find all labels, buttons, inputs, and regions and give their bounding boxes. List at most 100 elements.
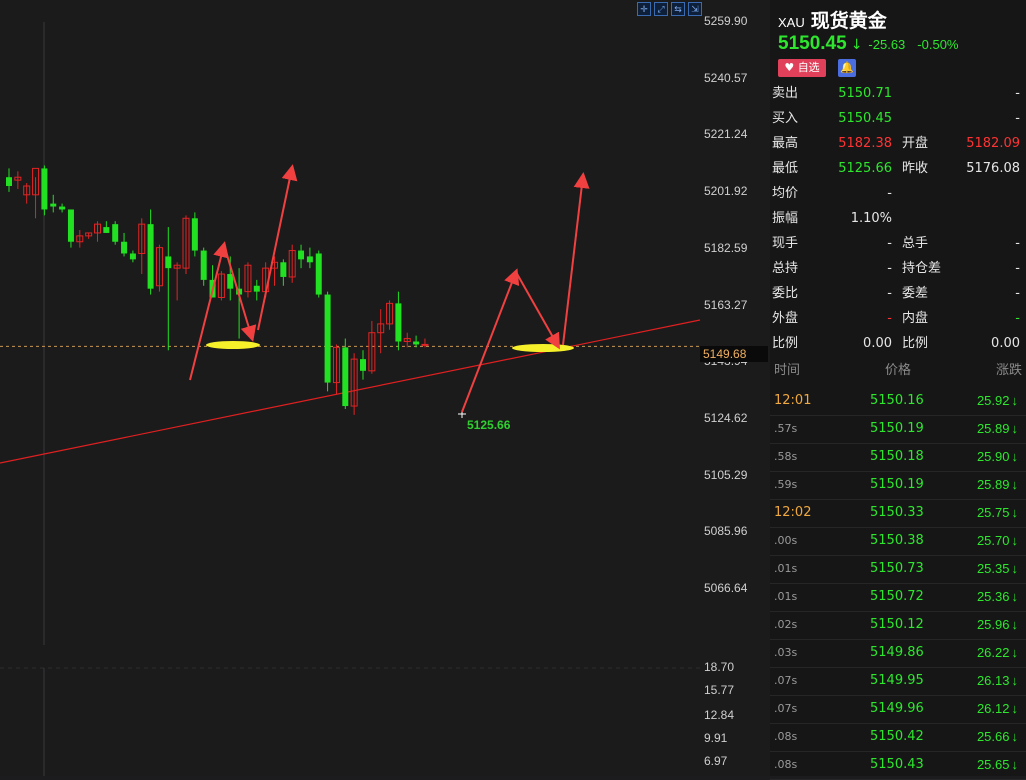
candle-body-down [253,285,260,292]
quote-label-2: 总手 [902,236,929,251]
chart-area[interactable]: ✛ ⤢ ⇆ ⇲ 5259.90 5240.57 5221.24 5201.92 5182… [0,0,770,776]
quote-label: 委比 [772,286,799,301]
add-favorite-button[interactable]: ♥ 自选 [778,59,826,77]
tick-row[interactable]: .01s 5150.73 25.35 ↓ [770,555,1026,584]
tick-time: .02s [774,618,798,631]
annotation-arrow [257,164,298,331]
quote-label: 买入 [772,111,799,126]
quote-value-2: - [1015,261,1020,276]
candle-body-down [50,203,57,207]
quote-row: 外盘 - 内盘 - [770,306,1026,331]
tick-table-header: 时间 价格 涨跌 [770,358,1026,384]
candle-body-down [121,241,128,254]
tick-change: 25.92 [976,393,1010,408]
tick-change-cell: 26.13 ↓ [977,667,1018,695]
alert-button[interactable]: 🔔 [838,59,856,77]
down-arrow-icon: ↓ [1011,617,1019,632]
quote-value-2: 0.00 [991,336,1020,351]
quote-row: 比例 0.00 比例 0.00 [770,331,1026,356]
tick-change: 25.65 [976,757,1010,772]
tick-time: .01s [774,590,798,603]
candle-body-down [191,218,198,251]
tick-price: 5150.18 [870,449,924,464]
fit-icon[interactable]: ⤢ [654,2,668,16]
price-tick-label: 5221.24 [704,127,748,142]
tick-time: .57s [774,422,798,435]
quote-label: 外盘 [772,311,799,326]
quote-value-2: - [1015,286,1020,301]
quote-value: - [887,236,892,251]
quote-value: 5125.66 [838,161,892,176]
quote-value: 5150.71 [838,86,892,101]
tick-row[interactable]: .57s 5150.19 25.89 ↓ [770,415,1026,444]
candle-body-down [67,209,74,242]
candle-body-down [6,177,12,187]
tick-row[interactable]: .58s 5150.18 25.90 ↓ [770,443,1026,472]
tick-price: 5150.33 [870,505,924,520]
tick-change: 25.96 [976,617,1010,632]
candle-body-down [280,262,287,277]
tick-row[interactable]: 12:01 5150.16 25.92 ↓ [770,387,1026,416]
price-change: -25.63 [868,37,906,52]
quote-value: 5182.38 [838,136,892,151]
tick-row[interactable]: .08s 5150.42 25.66 ↓ [770,723,1026,752]
tick-price: 5149.95 [870,673,924,688]
tick-row[interactable]: .00s 5150.38 25.70 ↓ [770,527,1026,556]
tick-change-cell: 25.70 ↓ [977,527,1018,555]
tick-change-cell: 25.90 ↓ [977,443,1018,471]
quote-value: - [887,286,892,301]
quote-value-2: 5176.08 [966,161,1020,176]
symbol-code: XAU [778,15,805,30]
tick-time: .58s [774,450,798,463]
volume-tick-label: 18.70 [704,660,735,674]
candle-body-down [413,341,420,345]
candlestick-chart[interactable] [0,0,770,776]
tick-time: .08s [774,758,798,771]
quote-row: 最低 5125.66 昨收 5176.08 [770,156,1026,181]
candle-body-down [112,224,119,242]
restore-icon[interactable]: ⇆ [671,2,685,16]
tick-price: 5149.96 [870,701,924,716]
current-price-tag: 5149.68 [700,346,768,362]
down-arrow-icon: ↓ [1011,645,1019,660]
tick-header-price: 价格 [885,363,912,378]
quote-value-2: - [1015,86,1020,101]
tick-time: .07s [774,674,798,687]
tick-time: .00s [774,534,798,547]
last-price: 5150.45 [778,33,847,54]
volume-tick-label: 12.84 [704,708,735,722]
quote-row: 振幅 1.10% [770,206,1026,231]
quote-value: - [887,186,892,201]
tick-row[interactable]: .03s 5149.86 26.22 ↓ [770,639,1026,668]
quote-value-2: - [1015,311,1020,326]
price-tick-label: 5105.29 [704,467,748,482]
tick-time: 12:01 [774,393,812,408]
tick-row[interactable]: .02s 5150.12 25.96 ↓ [770,611,1026,640]
candle-body-up [421,343,429,346]
candle-body-down [103,227,110,233]
tick-change-cell: 26.12 ↓ [977,695,1018,723]
tick-change: 26.13 [976,673,1010,688]
quote-value: 5150.45 [838,111,892,126]
zoom-icon[interactable]: ⇲ [688,2,702,16]
candle-body-down [200,250,207,280]
tick-row[interactable]: .07s 5149.95 26.13 ↓ [770,667,1026,696]
favorite-label: 自选 [797,61,820,74]
tick-row[interactable]: 12:02 5150.33 25.75 ↓ [770,499,1026,528]
down-arrow-icon: ↓ [1011,393,1019,408]
tick-row[interactable]: .59s 5150.19 25.89 ↓ [770,471,1026,500]
tick-change: 25.70 [976,533,1010,548]
tick-row[interactable]: .01s 5150.72 25.36 ↓ [770,583,1026,612]
tick-header-time: 时间 [774,363,801,378]
quote-label-2: 昨收 [902,161,929,176]
quote-value: - [887,311,892,326]
tick-row[interactable]: .07s 5149.96 26.12 ↓ [770,695,1026,724]
quote-value: 0.00 [863,336,892,351]
price-tick-label: 5182.59 [704,240,748,255]
down-arrow-icon: ↓ [1011,421,1019,436]
tick-change: 25.35 [976,561,1010,576]
tick-change-cell: 25.89 ↓ [977,471,1018,499]
crosshair-icon[interactable]: ✛ [637,2,651,16]
price-summary: 5150.45 ↓ -25.63 -0.50% [778,33,959,55]
price-tick-label: 5201.92 [704,184,748,199]
